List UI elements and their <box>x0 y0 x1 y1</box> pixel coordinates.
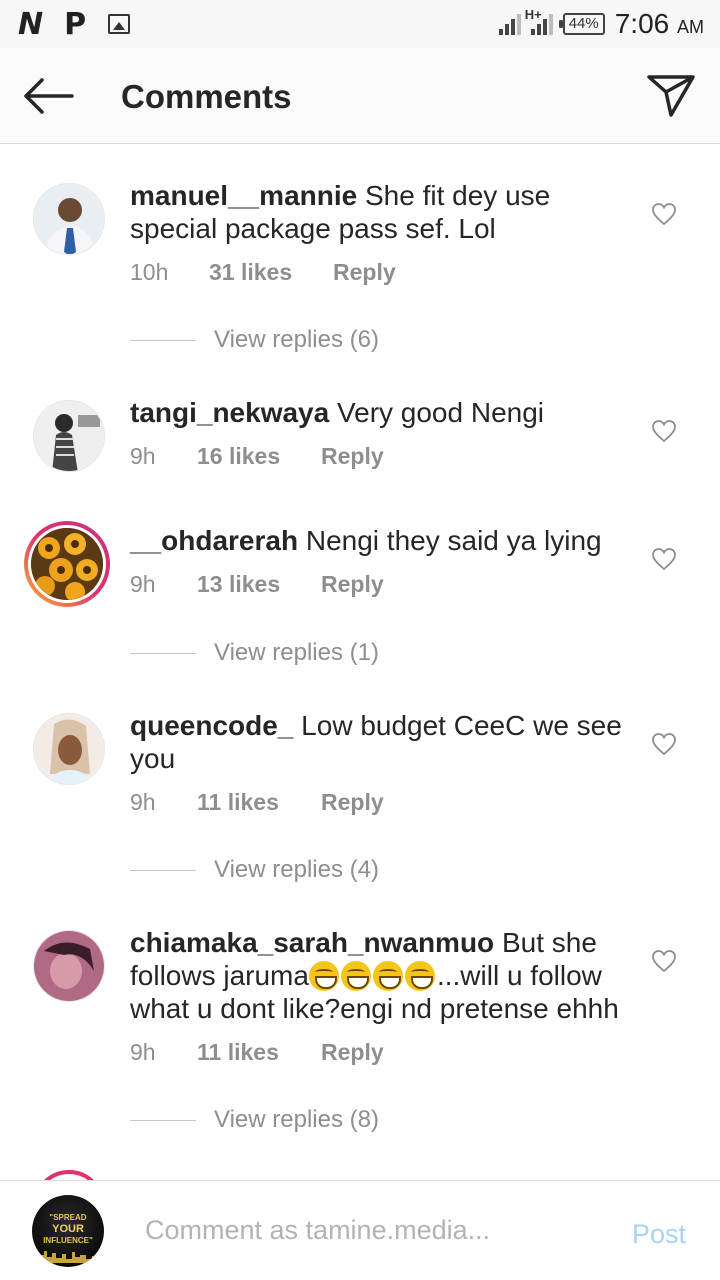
divider-line <box>130 1119 196 1121</box>
back-button[interactable] <box>22 76 74 116</box>
reply-button[interactable]: Reply <box>321 1039 384 1066</box>
comment-text: chiamaka_sarah_nwanmuo But she follows j… <box>130 926 630 1025</box>
divider-line <box>130 869 196 871</box>
like-heart-icon[interactable] <box>651 419 677 443</box>
comment-likes[interactable]: 16 likes <box>197 443 321 470</box>
view-replies-button[interactable]: View replies (8) <box>130 1106 379 1134</box>
avatar[interactable] <box>33 400 105 472</box>
avatar[interactable] <box>33 713 105 785</box>
reply-button[interactable]: Reply <box>321 789 384 816</box>
view-replies-label: View replies (4) <box>214 856 379 883</box>
header-bar: Comments <box>0 48 720 144</box>
network-type-label: H+ <box>524 7 542 22</box>
comment-meta: 9h 16 likes Reply <box>130 443 384 470</box>
current-user-avatar: "SPREAD YOUR INFLUENCE" <box>32 1195 104 1267</box>
clock-ampm: AM <box>677 17 704 37</box>
comment-input[interactable] <box>145 1215 605 1246</box>
comment-time: 10h <box>130 259 169 285</box>
status-right: H+ 44% 7:06 AM <box>498 0 704 48</box>
comment-time: 9h <box>130 443 156 469</box>
avatar-image <box>28 525 106 603</box>
avatar[interactable] <box>33 930 105 1002</box>
comment-username[interactable]: queencode_ <box>130 710 293 741</box>
avatar-text-line: YOUR <box>52 1223 84 1235</box>
like-heart-icon[interactable] <box>651 732 677 756</box>
avatar-with-story-ring[interactable] <box>33 1170 105 1180</box>
tears-of-joy-emoji-icon <box>308 961 339 991</box>
comment-text: manuel__mannie She fit dey use special p… <box>130 179 630 245</box>
like-heart-icon[interactable] <box>651 547 677 571</box>
post-button[interactable]: Post <box>632 1219 686 1250</box>
reply-button[interactable]: Reply <box>333 259 396 286</box>
avatar[interactable] <box>33 183 105 255</box>
comment-meta: 10h 31 likes Reply <box>130 259 396 286</box>
reply-button[interactable]: Reply <box>321 443 384 470</box>
back-arrow-icon <box>24 78 74 114</box>
battery-indicator: 44% <box>558 13 605 35</box>
like-heart-icon[interactable] <box>651 202 677 226</box>
comment-time: 9h <box>130 571 156 597</box>
avatar-skyline-graphic <box>40 1251 96 1263</box>
view-replies-label: View replies (1) <box>214 639 379 666</box>
tears-of-joy-emoji-icon <box>404 961 435 991</box>
comment-likes[interactable]: 13 likes <box>197 571 321 598</box>
signal-icon <box>498 13 521 35</box>
tears-of-joy-emoji-icon <box>372 961 403 991</box>
page-title: Comments <box>121 78 292 115</box>
comment-username[interactable]: chiamaka_sarah_nwanmuo <box>130 927 494 958</box>
comment-username[interactable]: manuel__mannie <box>130 180 357 211</box>
comment-meta: 9h 11 likes Reply <box>130 1039 384 1066</box>
view-replies-button[interactable]: View replies (6) <box>130 326 379 354</box>
paper-plane-icon <box>647 75 695 117</box>
comment-likes[interactable]: 11 likes <box>197 789 321 816</box>
status-bar: N P H+ 44% 7:06 AM <box>0 0 720 48</box>
comment-time: 9h <box>130 1039 156 1065</box>
comment-likes[interactable]: 11 likes <box>197 1039 321 1066</box>
divider-line <box>130 339 196 341</box>
avatar-text-line: "SPREAD <box>49 1213 87 1222</box>
notification-n-icon: N <box>18 6 43 42</box>
comment-meta: 9h 11 likes Reply <box>130 789 384 816</box>
like-heart-icon[interactable] <box>651 949 677 973</box>
comment-meta: 9h 13 likes Reply <box>130 571 384 598</box>
clock-time: 7:06 <box>614 8 670 39</box>
comment-list[interactable]: manuel__mannie She fit dey use special p… <box>0 145 720 1180</box>
reply-button[interactable]: Reply <box>321 571 384 598</box>
comment-username[interactable]: __ohdarerah <box>130 525 298 556</box>
comment-username[interactable]: tangi_nekwaya <box>130 397 329 428</box>
comment-time: 9h <box>130 789 156 815</box>
comment-body: Very good Nengi <box>336 397 545 428</box>
comment-text: queencode_ Low budget CeeC we see you <box>130 709 630 775</box>
notification-p-icon: P <box>64 6 87 42</box>
image-notification-icon <box>108 14 131 34</box>
comment-text: __ohdarerah Nengi they said ya lying <box>130 524 630 557</box>
comment-likes[interactable]: 31 likes <box>209 259 333 286</box>
network-signal: H+ <box>525 7 553 35</box>
tears-of-joy-emoji-icon <box>340 961 371 991</box>
clock: 7:06 AM <box>615 8 704 40</box>
comment-body: Nengi they said ya lying <box>305 525 602 556</box>
divider-line <box>130 652 196 654</box>
comment-text: tangi_nekwaya Very good Nengi <box>130 396 630 429</box>
view-replies-label: View replies (6) <box>214 326 379 353</box>
avatar-with-story-ring[interactable] <box>24 521 110 607</box>
direct-send-button[interactable] <box>646 72 696 118</box>
avatar-text-line: INFLUENCE" <box>43 1236 93 1245</box>
status-left-icons: N P <box>0 6 131 42</box>
view-replies-button[interactable]: View replies (4) <box>130 856 379 884</box>
comment-compose-bar: "SPREAD YOUR INFLUENCE" Post <box>0 1180 720 1280</box>
view-replies-label: View replies (8) <box>214 1106 379 1133</box>
view-replies-button[interactable]: View replies (1) <box>130 639 379 667</box>
